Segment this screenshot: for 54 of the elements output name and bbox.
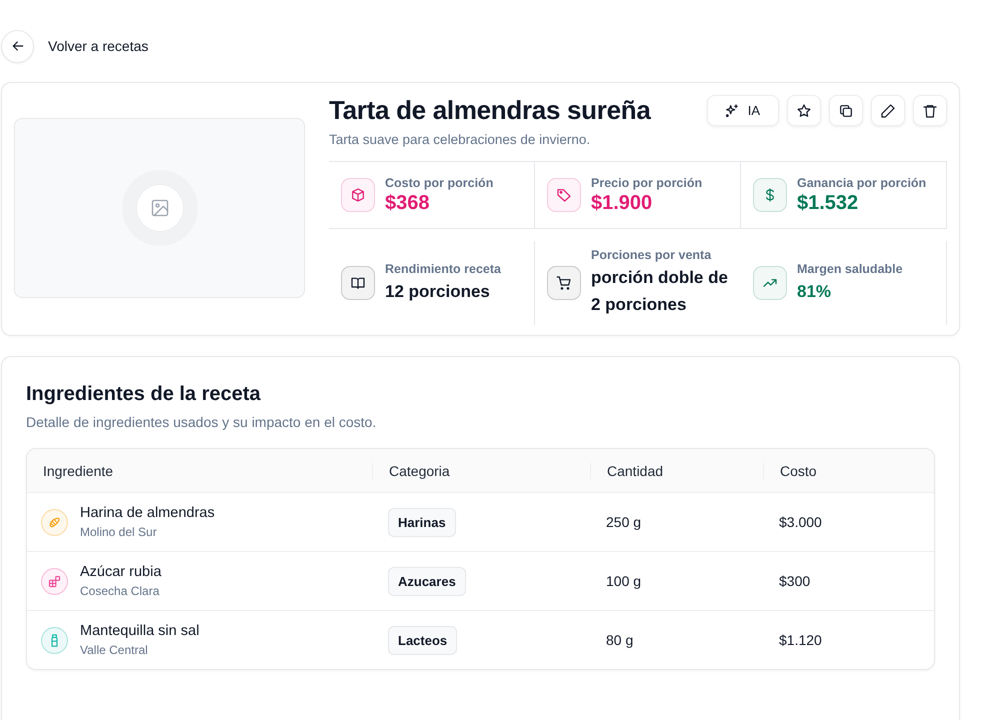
category-tag: Lacteos — [388, 626, 458, 654]
column-header: Categoria — [372, 462, 590, 478]
tag-icon — [547, 178, 581, 212]
stat-label: Ganancia por porción — [797, 176, 926, 190]
stat-value: porción doble de 2 porciones — [591, 267, 729, 316]
supplier-name: Cosecha Clara — [80, 584, 160, 598]
category-tag: Harinas — [388, 508, 456, 536]
back-link[interactable]: Volver a recetas — [48, 38, 148, 54]
section-title: Ingredientes de la receta — [26, 383, 262, 406]
trend-up-icon — [753, 266, 787, 300]
stat-label: Costo por porción — [385, 176, 494, 190]
sparkles-icon — [724, 102, 740, 118]
stat-value: $1.900 — [591, 192, 654, 214]
edit-button[interactable] — [871, 95, 905, 126]
stat-label: Precio por porción — [591, 176, 702, 190]
category-tag: Azucares — [388, 566, 466, 596]
dollar-icon — [753, 178, 787, 212]
stat-label: Rendimiento receta — [385, 262, 502, 276]
ingredient-name: Harina de almendras — [80, 505, 215, 521]
ai-button[interactable]: IA — [706, 95, 779, 126]
column-header: Ingrediente — [42, 462, 114, 478]
section-subtitle: Detalle de ingredientes usados y su impacto en el costo. — [26, 414, 378, 430]
cost-cell-text: $3.000 — [778, 514, 823, 530]
book-icon — [341, 266, 375, 300]
star-button[interactable] — [787, 95, 821, 126]
stat-value: 12 porciones — [385, 280, 491, 302]
column-header: Cantidad — [590, 462, 763, 478]
trash-icon — [922, 102, 938, 118]
copy-button[interactable] — [829, 95, 863, 126]
supplier-name: Molino del Sur — [80, 525, 158, 539]
delete-button[interactable] — [913, 95, 947, 126]
pencil-icon — [880, 102, 896, 118]
box-icon — [341, 178, 375, 212]
quantity-cell-text: 100 g — [605, 573, 642, 589]
cost-cell-text: $1.120 — [778, 632, 823, 648]
stat-value: 81% — [797, 280, 832, 302]
cost-cell-text: $300 — [778, 573, 812, 589]
star-icon — [796, 102, 812, 118]
ingredient-name: Mantequilla sin sal — [80, 623, 200, 639]
supplier-name: Valle Central — [80, 643, 149, 657]
recipe-title: Tarta de almendras sureña — [329, 95, 650, 126]
column-header: Costo — [763, 462, 934, 478]
recipe-subtitle: Tarta suave para celebraciones de invierno. — [329, 132, 592, 147]
stat-value: $1.532 — [797, 192, 860, 214]
stat-value: $368 — [385, 192, 430, 214]
quantity-cell-text: 250 g — [605, 514, 642, 530]
stat-label: Porciones por venta — [591, 248, 712, 262]
copy-icon — [838, 102, 854, 118]
quantity-cell-text: 80 g — [605, 632, 634, 648]
stat-label: Margen saludable — [797, 262, 903, 276]
image-icon — [150, 198, 170, 218]
cart-icon — [547, 266, 581, 300]
ingredient-name: Azúcar rubia — [80, 564, 162, 580]
back-button[interactable] — [1, 30, 34, 62]
